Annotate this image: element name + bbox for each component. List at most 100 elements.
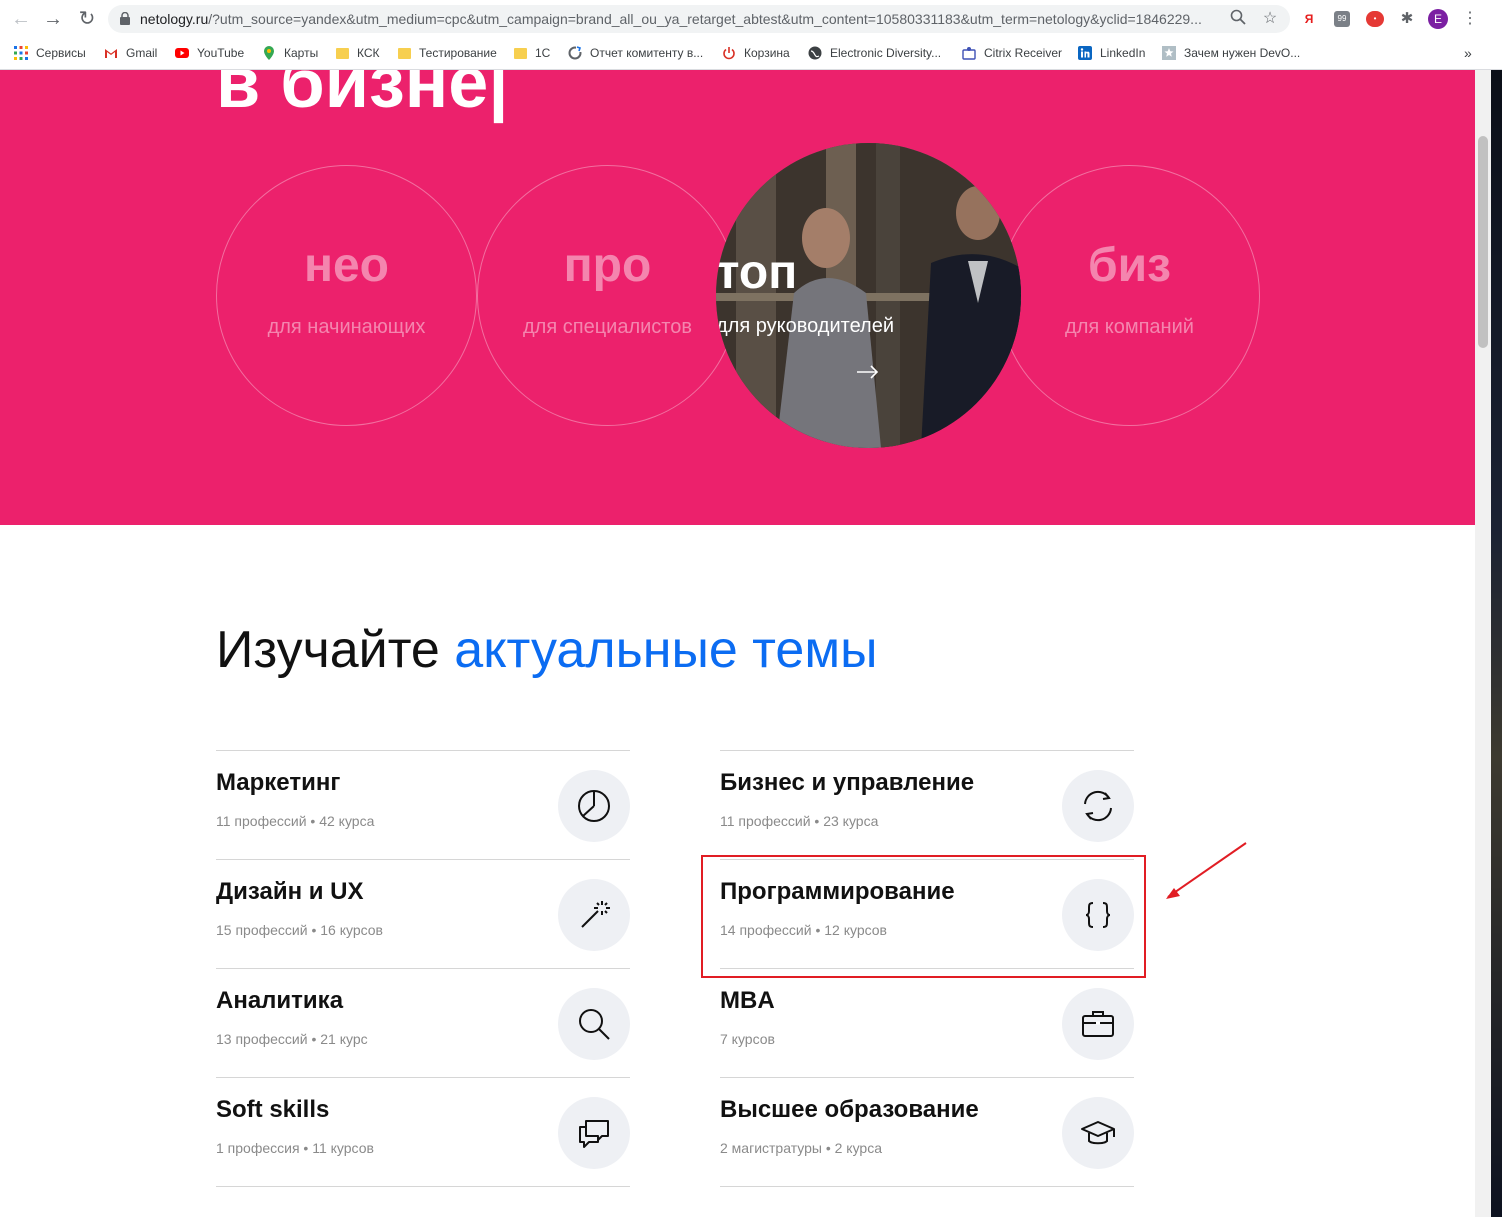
url-path: /?utm_source=yandex&utm_medium=cpc&utm_c… <box>208 11 1202 27</box>
bookmark-label: Electronic Diversity... <box>830 46 942 60</box>
graduation-cap-icon <box>1062 1097 1134 1169</box>
bookmark-star-icon[interactable]: ☆ <box>1260 9 1280 29</box>
kebab-menu-icon[interactable]: ⋮ <box>1462 9 1478 29</box>
topic-title: Soft skills <box>216 1096 330 1123</box>
bookmark-folder-ksk[interactable]: КСК <box>336 45 380 61</box>
bookmark-label: YouTube <box>197 46 245 60</box>
bookmark-label: LinkedIn <box>1100 46 1146 60</box>
bookmark-maps[interactable]: Карты <box>262 45 318 61</box>
level-word: биз <box>1087 239 1171 292</box>
hero-section: в бизне| нео для начинающих про для спец… <box>0 70 1475 525</box>
scrollbar-thumb[interactable] <box>1478 136 1488 348</box>
topic-meta: 11 профессий • 42 курса <box>216 813 375 829</box>
topic-card-soft-skills[interactable]: Soft skills 1 профессия • 11 курсов <box>216 1077 630 1186</box>
topic-card-analytics[interactable]: Аналитика 13 профессий • 21 курс <box>216 968 630 1077</box>
level-subtitle: для компаний <box>1065 316 1194 338</box>
topic-card-design[interactable]: Дизайн и UX 15 профессий • 16 курсов <box>216 859 630 968</box>
bookmark-label: КСК <box>357 46 380 60</box>
bookmark-folder-testing[interactable]: Тестирование <box>398 45 497 61</box>
page-scrollbar[interactable] <box>1475 70 1491 1217</box>
magic-wand-icon <box>558 879 630 951</box>
profile-avatar[interactable]: E <box>1428 9 1448 29</box>
topic-meta: 7 курсов <box>720 1031 775 1047</box>
level-word: нео <box>303 239 389 292</box>
topic-title: Маркетинг <box>216 769 341 796</box>
puzzle-extensions-icon[interactable]: ✱ <box>1398 9 1416 29</box>
url-text[interactable]: netology.ru/?utm_source=yandex&utm_mediu… <box>140 11 1225 27</box>
browser-toolbar: ← → ↻ netology.ru/?utm_source=yandex&utm… <box>0 0 1502 38</box>
level-subtitle: для специалистов <box>523 316 692 338</box>
citrix-icon <box>962 47 976 60</box>
bookmark-label: Тестирование <box>419 46 497 60</box>
topic-meta: 2 магистратуры • 2 курса <box>720 1140 883 1156</box>
folder-icon <box>514 47 527 59</box>
folder-icon <box>336 47 349 59</box>
level-card-pro[interactable]: про для специалистов <box>477 165 738 426</box>
chat-bubbles-icon <box>558 1097 630 1169</box>
bookmark-basket[interactable]: Корзина <box>722 45 790 61</box>
zoom-icon[interactable] <box>1228 9 1248 29</box>
annotation-highlight-box <box>701 855 1146 978</box>
briefcase-icon <box>1062 988 1134 1060</box>
level-card-top[interactable]: топ для руководителей <box>716 143 1021 448</box>
level-card-neo[interactable]: нео для начинающих <box>216 165 477 426</box>
back-arrow-icon[interactable]: ← <box>10 8 32 30</box>
bookmark-youtube[interactable]: YouTube <box>175 45 244 61</box>
globe-icon <box>808 46 822 60</box>
reload-icon[interactable]: ↻ <box>76 8 98 30</box>
topic-title: MBA <box>720 987 775 1014</box>
bookmark-report[interactable]: Отчет комитенту в... <box>568 45 703 61</box>
yandex-extension-icon[interactable]: Я <box>1302 9 1316 29</box>
linkedin-icon <box>1078 46 1092 60</box>
maps-pin-icon <box>264 46 274 60</box>
topic-title: Высшее образование <box>720 1096 979 1123</box>
level-word: про <box>563 239 652 292</box>
bookmark-label: Корзина <box>744 46 790 60</box>
bookmark-folder-1c[interactable]: 1С <box>514 45 550 61</box>
level-subtitle: для руководителей <box>716 315 895 337</box>
topic-title: Бизнес и управление <box>720 769 975 796</box>
title-plain: Изучайте <box>216 621 455 679</box>
search-icon <box>558 988 630 1060</box>
bookmark-citrix[interactable]: Citrix Receiver <box>962 45 1062 61</box>
level-subtitle: для начинающих <box>267 316 426 338</box>
level-card-biz[interactable]: биз для компаний <box>999 165 1260 426</box>
bookmark-gmail[interactable]: Gmail <box>104 45 157 61</box>
topic-card-higher-education[interactable]: Высшее образование 2 магистратуры • 2 ку… <box>720 1077 1134 1186</box>
folder-icon <box>398 47 411 59</box>
bookmarks-overflow-icon[interactable]: » <box>1464 45 1472 61</box>
topic-title: Аналитика <box>216 987 344 1014</box>
topic-meta: 13 профессий • 21 курс <box>216 1031 368 1047</box>
arrow-right-icon[interactable] <box>856 365 880 379</box>
bookmark-services[interactable]: Сервисы <box>14 45 86 61</box>
star-badge-icon <box>1162 46 1176 60</box>
gmail-icon <box>105 49 117 58</box>
bookmarks-bar: Сервисы Gmail YouTube Карты КСК Тестиров… <box>0 38 1502 70</box>
cycle-arrows-icon <box>1062 770 1134 842</box>
tb-extension-icon[interactable]: • <box>1366 11 1384 27</box>
divider <box>216 1186 630 1187</box>
bookmark-label: Отчет комитенту в... <box>590 46 704 60</box>
divider <box>720 1186 1134 1187</box>
topic-card-marketing[interactable]: Маркетинг 11 профессий • 42 курса <box>216 750 630 859</box>
section-title: Изучайте актуальные темы <box>216 620 877 680</box>
bookmark-label: Зачем нужен DevO... <box>1184 46 1301 60</box>
bookmark-label: Gmail <box>126 46 158 60</box>
youtube-icon <box>175 48 189 58</box>
bookmark-linkedin[interactable]: LinkedIn <box>1078 45 1145 61</box>
bookmark-label: Карты <box>284 46 319 60</box>
bookmark-label: Сервисы <box>36 46 86 60</box>
pie-chart-icon <box>558 770 630 842</box>
bookmark-electronic-diversity[interactable]: Electronic Diversity... <box>808 45 941 61</box>
address-bar[interactable]: netology.ru/?utm_source=yandex&utm_mediu… <box>108 5 1290 33</box>
topic-title: Дизайн и UX <box>216 878 364 905</box>
counter-extension-icon[interactable]: 99 <box>1334 11 1350 27</box>
topic-meta: 1 профессия • 11 курсов <box>216 1140 374 1156</box>
lock-icon <box>120 12 130 25</box>
forward-arrow-icon[interactable]: → <box>42 8 64 30</box>
topic-card-business[interactable]: Бизнес и управление 11 профессий • 23 ку… <box>720 750 1134 859</box>
bookmark-devops[interactable]: Зачем нужен DevO... <box>1162 45 1300 61</box>
desktop-background <box>1491 70 1502 1217</box>
topic-card-mba[interactable]: MBA 7 курсов <box>720 968 1134 1077</box>
power-icon <box>723 47 735 60</box>
